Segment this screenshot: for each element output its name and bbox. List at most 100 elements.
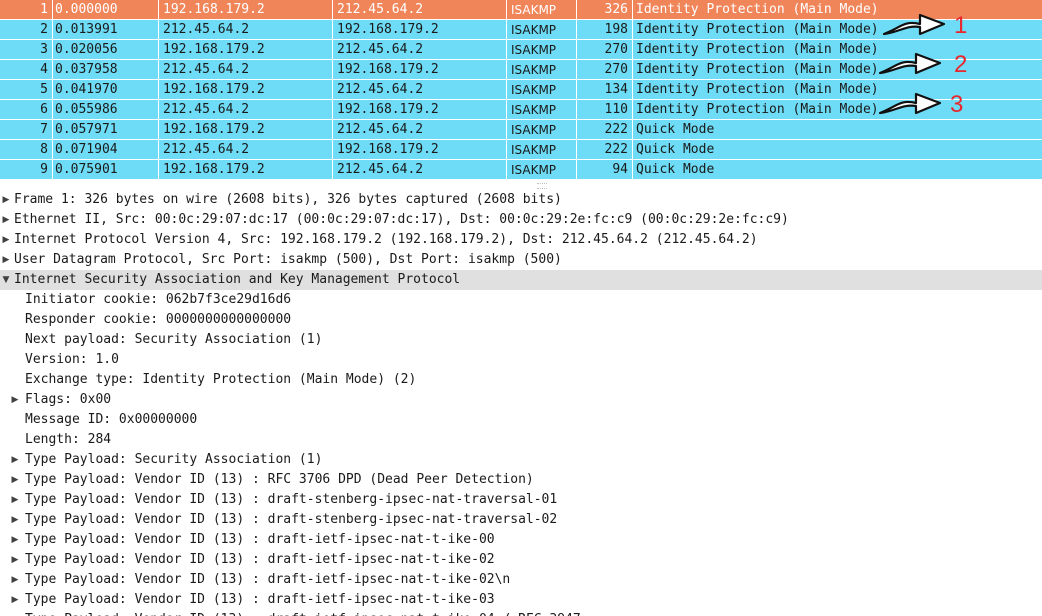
tree-node-label: Message ID: 0x00000000 [25,412,198,427]
packet-protocol: ISAKMP [506,0,576,20]
annotation-label-2: 2 [954,51,968,78]
packet-source: 212.45.64.2 [158,100,332,120]
packet-number: 7 [40,122,48,137]
expander-collapsed-icon[interactable]: ▶ [10,610,20,616]
tree-node-label: Type Payload: Security Association (1) [25,452,323,467]
tree-node-child[interactable]: ▶ Type Payload: Vendor ID (13) : draft-ie… [0,550,1042,570]
tree-node-top[interactable]: ▶ Frame 1: 326 bytes on wire (2608 bits),… [0,190,1042,210]
tree-node-child[interactable]: ▶ Type Payload: Vendor ID (13) : draft-st… [0,510,1042,530]
packet-source: 192.168.179.2 [158,0,332,20]
tree-node-label: User Datagram Protocol, Src Port: isakmp… [14,252,562,267]
tree-node-child[interactable]: ▶ Type Payload: Vendor ID (13) : draft-ie… [0,590,1042,610]
packet-time: 0.057971 [52,120,158,140]
packet-info: Identity Protection (Main Mode) [632,60,1042,80]
packet-time: 0.071904 [52,140,158,160]
packet-number: 1 [40,2,48,17]
packet-number: 4 [40,62,48,77]
packet-source: 192.168.179.2 [158,120,332,140]
expander-expanded-icon[interactable]: ▼ [1,270,11,290]
packet-destination: 212.45.64.2 [332,120,506,140]
tree-node-label: Type Payload: Vendor ID (13) : draft-iet… [25,572,511,587]
tree-node-child: Length: 284 [0,430,1042,450]
packet-row[interactable]: 9 0.075901 192.168.179.2 212.45.64.2 ISAKMP 9… [0,160,1042,180]
expander-collapsed-icon[interactable]: ▶ [10,490,20,510]
packet-protocol: ISAKMP [506,20,576,40]
packet-time: 0.075901 [52,160,158,180]
packet-row[interactable]: 8 0.071904 212.45.64.2 192.168.179.2 ISAKMP 2… [0,140,1042,160]
packet-length: 222 [576,120,632,140]
packet-destination: 212.45.64.2 [332,160,506,180]
packet-source: 212.45.64.2 [158,140,332,160]
packet-number: 8 [40,142,48,157]
expander-collapsed-icon[interactable]: ▶ [10,550,20,570]
packet-time: 0.013991 [52,20,158,40]
packet-destination: 192.168.179.2 [332,60,506,80]
packet-info: Quick Mode [632,160,1042,180]
packet-destination: 212.45.64.2 [332,0,506,20]
packet-source: 192.168.179.2 [158,160,332,180]
tree-node-child[interactable]: ▶ Type Payload: Vendor ID (13) : draft-st… [0,490,1042,510]
annotation-group-1: 1 [880,8,967,44]
packet-time: 0.037958 [52,60,158,80]
tree-node-top[interactable]: ▶ User Datagram Protocol, Src Port: isakm… [0,250,1042,270]
tree-node-label: Initiator cookie: 062b7f3ce29d16d6 [25,292,292,307]
right-arrow-icon [878,92,942,115]
expander-collapsed-icon[interactable]: ▶ [1,210,11,230]
tree-node-top[interactable]: ▶ Ethernet II, Src: 00:0c:29:07:dc:17 (00… [0,210,1042,230]
tree-node-label: Type Payload: Vendor ID (13) : draft-iet… [25,612,581,616]
expander-collapsed-icon[interactable]: ▶ [10,390,20,410]
packet-length: 326 [576,0,632,20]
expander-collapsed-icon[interactable]: ▶ [10,450,20,470]
tree-node-label: Exchange type: Identity Protection (Main… [25,372,417,387]
packet-destination: 192.168.179.2 [332,140,506,160]
packet-info: Identity Protection (Main Mode) [632,40,1042,60]
packet-destination: 192.168.179.2 [332,100,506,120]
tree-node-label: Type Payload: Vendor ID (13) : RFC 3706 … [25,472,534,487]
tree-node-label: Responder cookie: 0000000000000000 [25,312,292,327]
tree-node-label: Ethernet II, Src: 00:0c:29:07:dc:17 (00:… [14,212,789,227]
packet-time: 0.020056 [52,40,158,60]
annotation-group-2: 2 [876,47,967,83]
packet-number: 2 [40,22,48,37]
expander-collapsed-icon[interactable]: ▶ [10,590,20,610]
tree-node-label: Type Payload: Vendor ID (13) : draft-ste… [25,492,558,507]
tree-node-child: Next payload: Security Association (1) [0,330,1042,350]
splitter-grip-icon[interactable] [537,183,547,189]
tree-node-label: Type Payload: Vendor ID (13) : draft-ste… [25,512,558,527]
tree-node-label: Type Payload: Vendor ID (13) : draft-iet… [25,552,495,567]
packet-row[interactable]: 7 0.057971 192.168.179.2 212.45.64.2 ISAKMP 2… [0,120,1042,140]
tree-node-child: Version: 1.0 [0,350,1042,370]
packet-info: Identity Protection (Main Mode) [632,0,1042,20]
tree-node-label: Flags: 0x00 [25,392,112,407]
tree-node-child[interactable]: ▶ Type Payload: Vendor ID (13) : draft-ie… [0,610,1042,616]
expander-collapsed-icon[interactable]: ▶ [10,470,20,490]
tree-node-label: Next payload: Security Association (1) [25,332,323,347]
tree-node-child[interactable]: ▶ Type Payload: Vendor ID (13) : draft-ie… [0,530,1042,550]
expander-collapsed-icon[interactable]: ▶ [1,250,11,270]
tree-node-top[interactable]: ▼ Internet Security Association and Key M… [0,270,1042,290]
expander-collapsed-icon[interactable]: ▶ [1,190,11,210]
pane-splitter[interactable] [0,180,1042,190]
packet-protocol: ISAKMP [506,120,576,140]
packet-protocol: ISAKMP [506,40,576,60]
tree-node-top[interactable]: ▶ Internet Protocol Version 4, Src: 192.1… [0,230,1042,250]
packet-destination: 212.45.64.2 [332,80,506,100]
tree-node-child[interactable]: ▶ Type Payload: Security Association (1) [0,450,1042,470]
packet-length: 94 [576,160,632,180]
tree-node-child[interactable]: ▶ Type Payload: Vendor ID (13) : draft-ie… [0,570,1042,590]
expander-collapsed-icon[interactable]: ▶ [10,570,20,590]
expander-collapsed-icon[interactable]: ▶ [1,230,11,250]
expander-collapsed-icon[interactable]: ▶ [10,510,20,530]
right-arrow-icon [882,13,946,36]
tree-node-label: Type Payload: Vendor ID (13) : draft-iet… [25,532,495,547]
expander-collapsed-icon[interactable]: ▶ [10,530,20,550]
packet-details-tree[interactable]: ▶ Frame 1: 326 bytes on wire (2608 bits),… [0,190,1042,616]
packet-protocol: ISAKMP [506,160,576,180]
packet-protocol: ISAKMP [506,60,576,80]
tree-node-label: Type Payload: Vendor ID (13) : draft-iet… [25,592,495,607]
packet-source: 212.45.64.2 [158,60,332,80]
packet-time: 0.000000 [52,0,158,20]
packet-source: 192.168.179.2 [158,80,332,100]
tree-node-child[interactable]: ▶ Flags: 0x00 [0,390,1042,410]
tree-node-child[interactable]: ▶ Type Payload: Vendor ID (13) : RFC 3706… [0,470,1042,490]
